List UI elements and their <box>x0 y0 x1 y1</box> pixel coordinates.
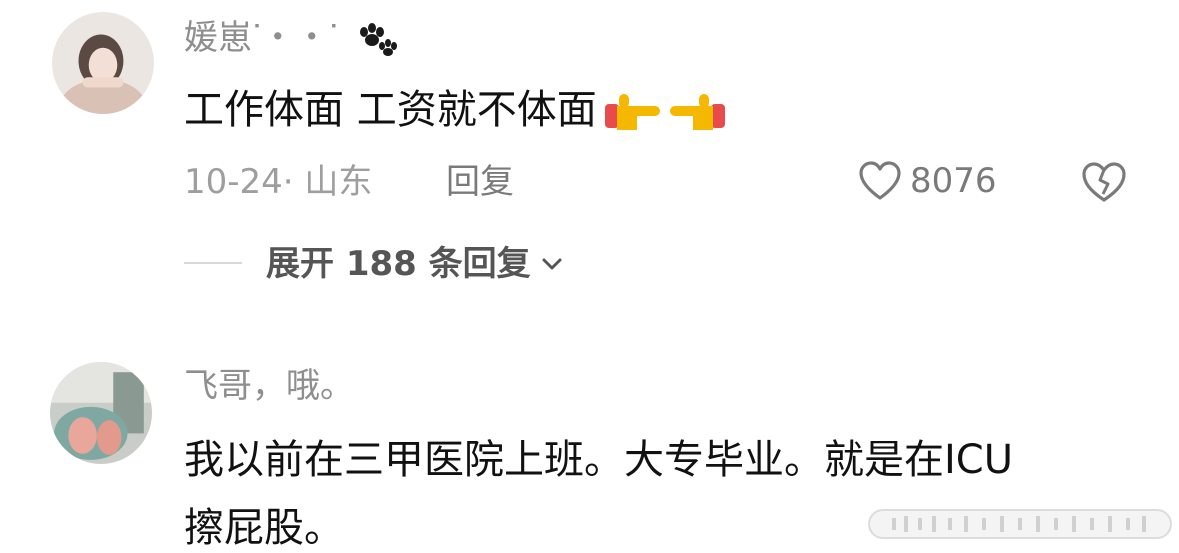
like-button[interactable]: 8076 <box>858 160 997 202</box>
comment-date-location: 10-24· 山东 <box>184 162 373 202</box>
chevron-down-icon <box>542 258 562 270</box>
watermark-logo <box>868 509 1172 539</box>
dislike-button[interactable] <box>1080 160 1128 204</box>
broken-heart-icon <box>1082 162 1126 202</box>
username-suffix: ᐝ・・ᐝ <box>252 18 338 58</box>
username-text: 媛崽 <box>184 18 252 58</box>
avatar[interactable] <box>50 362 152 464</box>
paw-prints-icon <box>360 23 398 56</box>
comment-username[interactable]: 飞哥，哦。 <box>184 366 354 406</box>
avatar[interactable] <box>52 12 154 114</box>
comment-text-line: 我以前在三甲医院上班。大专毕业。就是在ICU <box>184 437 1014 483</box>
expand-divider <box>184 262 242 264</box>
pointing-right-emoji-icon <box>669 94 725 130</box>
heart-outline-icon <box>859 161 901 200</box>
reply-button[interactable]: 回复 <box>446 162 514 202</box>
avatar-photo <box>50 362 152 464</box>
pointing-right-emoji-icon <box>604 94 660 130</box>
comment-text: 工作体面 工资就不体面 <box>184 86 729 134</box>
comment-username[interactable]: 媛崽ᐝ・・ᐝ <box>184 18 402 58</box>
like-count: 8076 <box>910 161 997 201</box>
expand-replies-label: 展开 188 条回复 <box>266 244 531 284</box>
avatar-photo <box>52 12 154 114</box>
comment-body: 工作体面 工资就不体面 <box>184 87 597 133</box>
expand-replies-button[interactable]: 展开 188 条回复 <box>266 244 565 284</box>
comment-list: 媛崽ᐝ・・ᐝ 工作体面 工资就不体面 10-24· 山东 回复 8076 展开 … <box>0 0 1179 553</box>
comment-text-line: 擦屁股。 <box>184 505 344 551</box>
